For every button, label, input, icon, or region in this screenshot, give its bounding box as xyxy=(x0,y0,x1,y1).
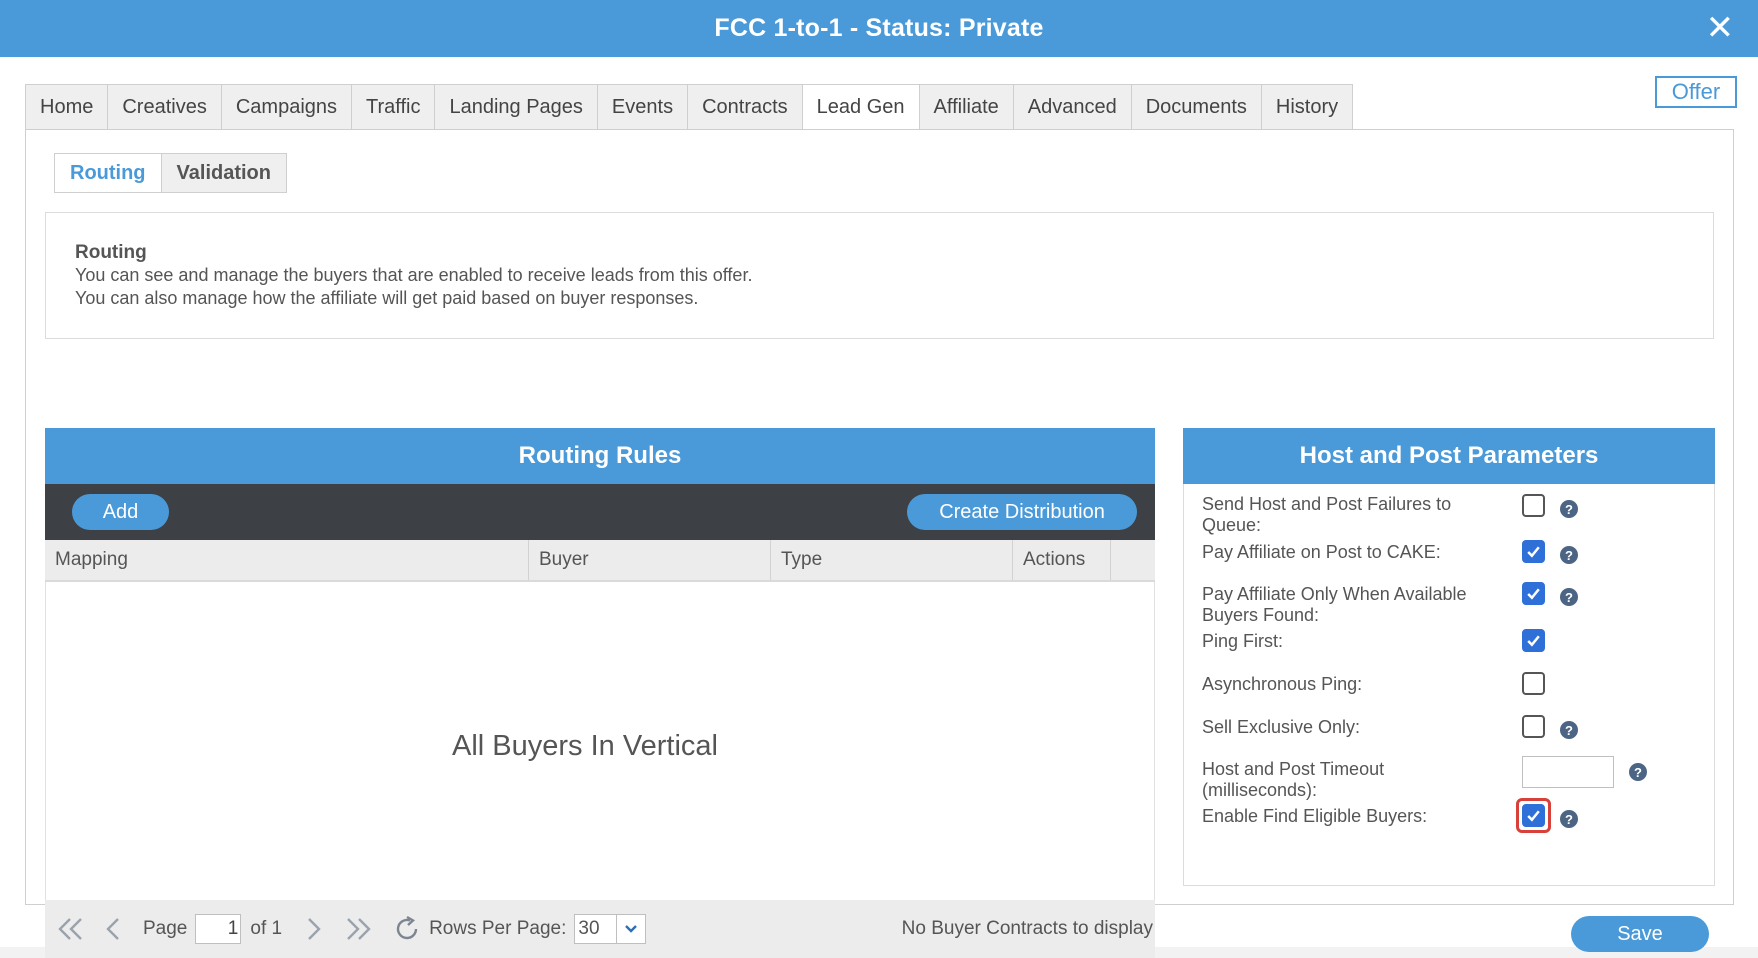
send-failures-to-queue-checkbox[interactable] xyxy=(1522,494,1545,517)
pay-affiliate-on-post-checkbox[interactable] xyxy=(1522,540,1545,563)
refresh-icon[interactable] xyxy=(392,909,422,949)
tab-advanced[interactable]: Advanced xyxy=(1012,84,1131,130)
column-header-actions[interactable]: Actions xyxy=(1013,540,1111,580)
field-label: Pay Affiliate Only When Available Buyers… xyxy=(1202,584,1467,625)
next-page-icon[interactable] xyxy=(302,909,326,949)
tab-documents[interactable]: Documents xyxy=(1130,84,1261,130)
offer-button[interactable]: Offer xyxy=(1655,76,1737,108)
rows-per-page-value: 30 xyxy=(575,915,618,943)
field-label: Asynchronous Ping: xyxy=(1202,674,1363,694)
field-label: Ping First: xyxy=(1202,631,1284,651)
dialog-body: Offer Home Creatives Campaigns Traffic L… xyxy=(0,57,1758,958)
empty-grid-message: All Buyers In Vertical xyxy=(452,729,718,762)
info-title: Routing xyxy=(75,242,147,263)
column-header-buyer[interactable]: Buyer xyxy=(529,540,771,580)
sell-exclusive-only-checkbox[interactable] xyxy=(1522,715,1545,738)
sub-tab-bar: Routing Validation xyxy=(54,153,287,193)
tab-events[interactable]: Events xyxy=(596,84,688,130)
routing-info-box: Routing You can see and manage the buyer… xyxy=(45,212,1714,339)
tab-lead-gen[interactable]: Lead Gen xyxy=(801,84,919,130)
tab-traffic[interactable]: Traffic xyxy=(351,84,435,130)
subtab-validation[interactable]: Validation xyxy=(161,154,286,192)
field-label: Sell Exclusive Only: xyxy=(1202,717,1361,737)
create-distribution-button[interactable]: Create Distribution xyxy=(907,494,1137,530)
tab-home[interactable]: Home xyxy=(25,84,108,130)
tab-landing-pages[interactable]: Landing Pages xyxy=(434,84,597,130)
asynchronous-ping-checkbox[interactable] xyxy=(1522,672,1545,695)
main-tab-bar: Home Creatives Campaigns Traffic Landing… xyxy=(25,84,1354,130)
routing-grid-pager: Page of 1 Rows Per Page: 30 No Buyer Con… xyxy=(45,900,1155,958)
tab-contracts[interactable]: Contracts xyxy=(687,84,802,130)
field-label: Enable Find Eligible Buyers: xyxy=(1202,806,1428,826)
subtab-routing[interactable]: Routing xyxy=(55,154,162,192)
tab-creatives[interactable]: Creatives xyxy=(107,84,221,130)
window-title: FCC 1-to-1 - Status: Private xyxy=(714,14,1044,42)
page-number-input[interactable] xyxy=(195,914,242,944)
enable-find-eligible-buyers-checkbox[interactable] xyxy=(1522,804,1545,827)
ping-first-checkbox[interactable] xyxy=(1522,629,1545,652)
page-label: Page xyxy=(143,918,188,939)
timeout-input[interactable] xyxy=(1522,756,1614,788)
routing-grid-header: Mapping Buyer Type Actions xyxy=(45,540,1155,582)
help-icon[interactable]: ? xyxy=(1560,810,1578,828)
help-icon[interactable]: ? xyxy=(1560,721,1578,739)
column-header-type[interactable]: Type xyxy=(771,540,1013,580)
add-button[interactable]: Add xyxy=(72,494,169,530)
help-icon[interactable]: ? xyxy=(1629,763,1647,781)
field-label: Send Host and Post Failures to Queue: xyxy=(1202,494,1452,535)
routing-rules-title: Routing Rules xyxy=(518,442,682,469)
page-count-label: of 1 xyxy=(250,918,283,939)
help-icon[interactable]: ? xyxy=(1560,500,1578,518)
host-post-title: Host and Post Parameters xyxy=(1299,442,1599,469)
column-header-mapping[interactable]: Mapping xyxy=(45,540,529,580)
info-line-1: You can see and manage the buyers that a… xyxy=(75,265,753,285)
tab-affiliate[interactable]: Affiliate xyxy=(918,84,1013,130)
field-label: Host and Post Timeout (milliseconds): xyxy=(1202,759,1385,800)
info-line-2: You can also manage how the affiliate wi… xyxy=(75,288,699,308)
help-icon[interactable]: ? xyxy=(1560,588,1578,606)
tab-campaigns[interactable]: Campaigns xyxy=(220,84,352,130)
pager-status-text: No Buyer Contracts to display xyxy=(901,918,1153,939)
lead-gen-panel: Routing Validation Routing You can see a… xyxy=(25,129,1734,958)
field-label: Pay Affiliate on Post to CAKE: xyxy=(1202,542,1441,562)
rows-per-page-select[interactable]: 30 xyxy=(574,914,647,944)
first-page-icon[interactable] xyxy=(53,909,89,949)
last-page-icon[interactable] xyxy=(340,909,376,949)
window-titlebar: FCC 1-to-1 - Status: Private ✕ xyxy=(0,0,1758,57)
host-post-header: Host and Post Parameters xyxy=(1183,428,1715,484)
routing-grid-body: All Buyers In Vertical xyxy=(45,582,1155,900)
tab-history[interactable]: History xyxy=(1260,84,1354,130)
pay-affiliate-when-buyers-found-checkbox[interactable] xyxy=(1522,582,1545,605)
previous-page-icon[interactable] xyxy=(101,909,125,949)
chevron-down-icon xyxy=(617,924,645,934)
rows-per-page-label: Rows Per Page: xyxy=(429,918,567,939)
host-post-form: Send Host and Post Failures to Queue: ? … xyxy=(1183,484,1715,886)
help-icon[interactable]: ? xyxy=(1560,546,1578,564)
close-icon[interactable]: ✕ xyxy=(1702,9,1738,47)
routing-rules-toolbar: Add Create Distribution xyxy=(45,484,1155,540)
routing-rules-header: Routing Rules xyxy=(45,428,1155,484)
